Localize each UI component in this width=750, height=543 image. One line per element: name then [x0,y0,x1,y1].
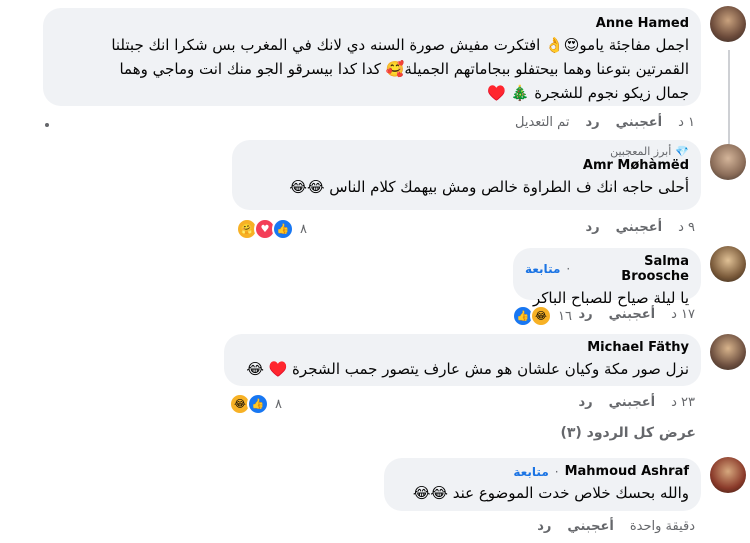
comment-text: نزل صور مكة وكيان علشان هو مش عارف يتصور… [246,360,689,378]
reaction-summary[interactable]: 🤗 ♥ 👍 ٨ [236,218,307,240]
like-reaction-icon: 👍 [272,218,294,240]
comment-time[interactable]: دقيقة واحدة [630,519,695,534]
separator-dot: · [554,464,559,479]
haha-reaction-icon: 😂 [530,305,552,327]
like-reaction-icon: 👍 [247,393,269,415]
menu-dot[interactable] [45,123,49,127]
avatar[interactable] [710,246,746,282]
reply-button[interactable]: رد [585,115,599,130]
comment-author[interactable]: Amr Møhàmëd [244,158,689,173]
comment-text: القمرتين بتوعنا وهما بيحتفلو ببجاماتهم ا… [119,60,689,78]
comment-actions: ٩ د أعجبني رد [585,220,695,235]
comment-author[interactable]: Anne Hamed [55,16,689,31]
reaction-summary[interactable]: 😂 👍 ٨ [229,393,282,415]
reaction-count: ٨ [300,221,307,237]
comment-actions: دقيقة واحدة أعجبني رد [537,519,695,534]
comment-text: والله بحسك خلاص خدت الموضوع عند 😂😂 [412,484,689,502]
comment-time[interactable]: ٩ د [678,220,695,235]
reply-button[interactable]: رد [585,220,599,235]
like-button[interactable]: أعجبني [609,307,655,322]
avatar[interactable] [710,144,746,180]
comment-text: أحلى حاجه انك ف الطراوة خالص ومش بيهمك ك… [289,178,689,196]
top-fan-badge: 💎 أبرز المعجبين [610,145,689,158]
comment-bubble: Anne Hamed اجمل مفاجئة يامو😍👌 افتكرت مفي… [43,8,701,106]
author-row: Mahmoud Ashraf · متابعة [396,464,689,479]
separator-dot: · [566,262,571,276]
reaction-count: ١٦ [558,308,572,324]
comment-actions: ١ د أعجبني رد تم التعديل [515,115,695,130]
comment-actions: ١٧ د أعجبني رد [578,307,695,322]
follow-button[interactable]: متابعة [513,465,548,479]
view-all-replies-link[interactable]: عرض كل الردود (٣) [560,425,696,441]
avatar[interactable] [710,334,746,370]
diamond-icon: 💎 [675,145,689,158]
comment-time[interactable]: ١ د [678,115,695,130]
comment-text: اجمل مفاجئة يامو😍👌 افتكرت مفيش صورة السن… [111,36,689,54]
avatar[interactable] [710,457,746,493]
comment-bubble: Salma Broosche · متابعة يا ليلة صياح للص… [513,248,701,307]
comment-author[interactable]: Mahmoud Ashraf [565,464,689,479]
comment-time[interactable]: ١٧ د [671,307,695,322]
like-button[interactable]: أعجبني [609,395,655,410]
comment-text: جمال زيكو نجوم للشجرة 🎄 ♥️ [487,84,689,102]
comment-bubble: Michael Fäthy نزل صور مكة وكيان علشان هو… [224,334,701,386]
reply-button[interactable]: رد [578,307,592,322]
comment-author[interactable]: Salma Broosche [576,254,689,284]
edited-label: تم التعديل [514,115,570,130]
reply-button[interactable]: رد [578,395,592,410]
reaction-count: ٨ [275,396,282,412]
comment-author[interactable]: Michael Fäthy [236,340,689,355]
avatar[interactable] [710,6,746,42]
like-button[interactable]: أعجبني [567,519,613,534]
thread-line [728,50,730,150]
author-row: Salma Broosche · متابعة [525,254,689,284]
follow-button[interactable]: متابعة [525,262,560,276]
comment-actions: ٢٣ د أعجبني رد [578,395,695,410]
reaction-summary[interactable]: 👍 😂 ١٦ [512,305,572,327]
like-button[interactable]: أعجبني [616,220,662,235]
comment-time[interactable]: ٢٣ د [671,395,695,410]
reply-button[interactable]: رد [537,519,551,534]
comment-bubble: Mahmoud Ashraf · متابعة والله بحسك خلاص … [384,458,701,511]
comment-bubble: 💎 أبرز المعجبين Amr Møhàmëd أحلى حاجه ان… [232,140,701,210]
like-button[interactable]: أعجبني [616,115,662,130]
